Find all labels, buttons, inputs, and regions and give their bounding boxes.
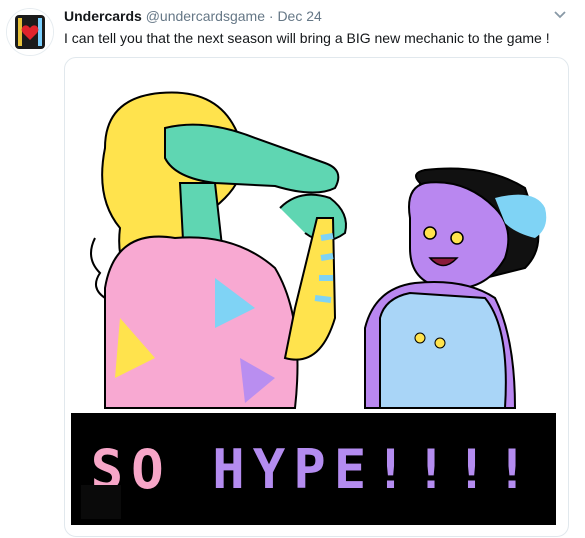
banner-word-2: HYPE!!!! xyxy=(212,438,537,501)
tweet-date[interactable]: Dec 24 xyxy=(277,8,321,24)
tweet-text: I can tell you that the next season will… xyxy=(64,30,550,46)
tweet[interactable]: Undercards @undercardsgame · Dec 24 I ca… xyxy=(0,0,585,538)
tweet-media[interactable]: SO HYPE!!!! xyxy=(64,57,569,537)
heart-card-icon xyxy=(7,9,53,55)
crocodile-character xyxy=(90,91,347,409)
cat-character xyxy=(364,167,547,409)
display-name[interactable]: Undercards xyxy=(64,8,142,24)
user-handle[interactable]: @undercardsgame xyxy=(146,8,265,24)
banner-text: SO HYPE!!!! xyxy=(71,443,556,497)
avatar[interactable] xyxy=(6,8,54,56)
corner-block xyxy=(81,485,121,519)
hype-banner: SO HYPE!!!! xyxy=(71,413,556,525)
tweet-header: Undercards @undercardsgame · Dec 24 xyxy=(64,8,565,26)
chevron-down-icon[interactable] xyxy=(553,10,567,20)
separator: · xyxy=(268,8,274,24)
